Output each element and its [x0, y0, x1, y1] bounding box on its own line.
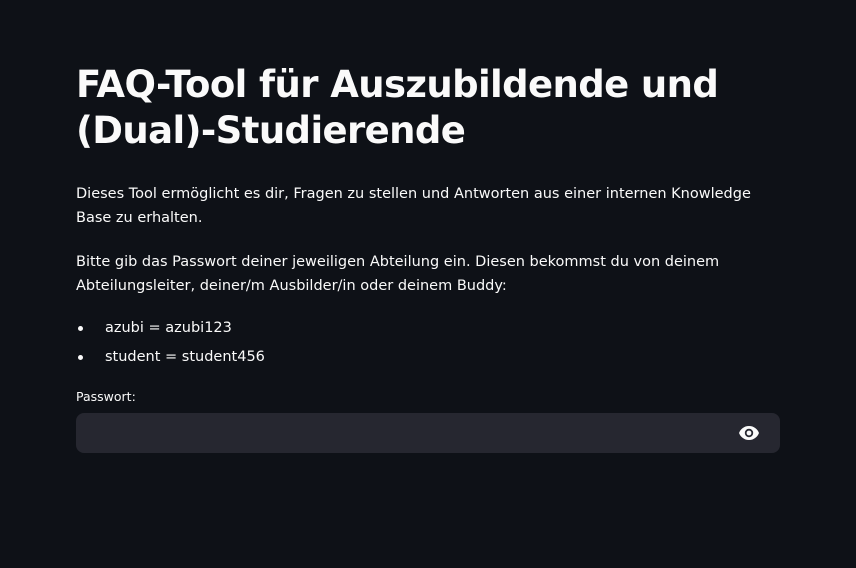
credential-text: azubi = azubi123: [105, 320, 232, 336]
password-input[interactable]: [76, 413, 716, 453]
list-item: azubi = azubi123: [76, 316, 265, 345]
instructions-text: Bitte gib das Passwort deiner jeweiligen…: [76, 254, 720, 294]
bullet-icon: [78, 326, 83, 331]
bullet-icon: [78, 355, 83, 360]
password-label: Passwort:: [76, 389, 136, 404]
credential-text: student = student456: [105, 349, 265, 365]
page-title: FAQ-Tool für Auszubildende und (Dual)-St…: [76, 63, 719, 152]
credentials-list: azubi = azubi123 student = student456: [76, 316, 265, 374]
list-item: student = student456: [76, 345, 265, 374]
eye-icon: [739, 426, 759, 440]
password-field: [76, 413, 780, 453]
intro-text: Dieses Tool ermöglicht es dir, Fragen zu…: [76, 186, 751, 226]
show-password-button[interactable]: [738, 424, 760, 442]
